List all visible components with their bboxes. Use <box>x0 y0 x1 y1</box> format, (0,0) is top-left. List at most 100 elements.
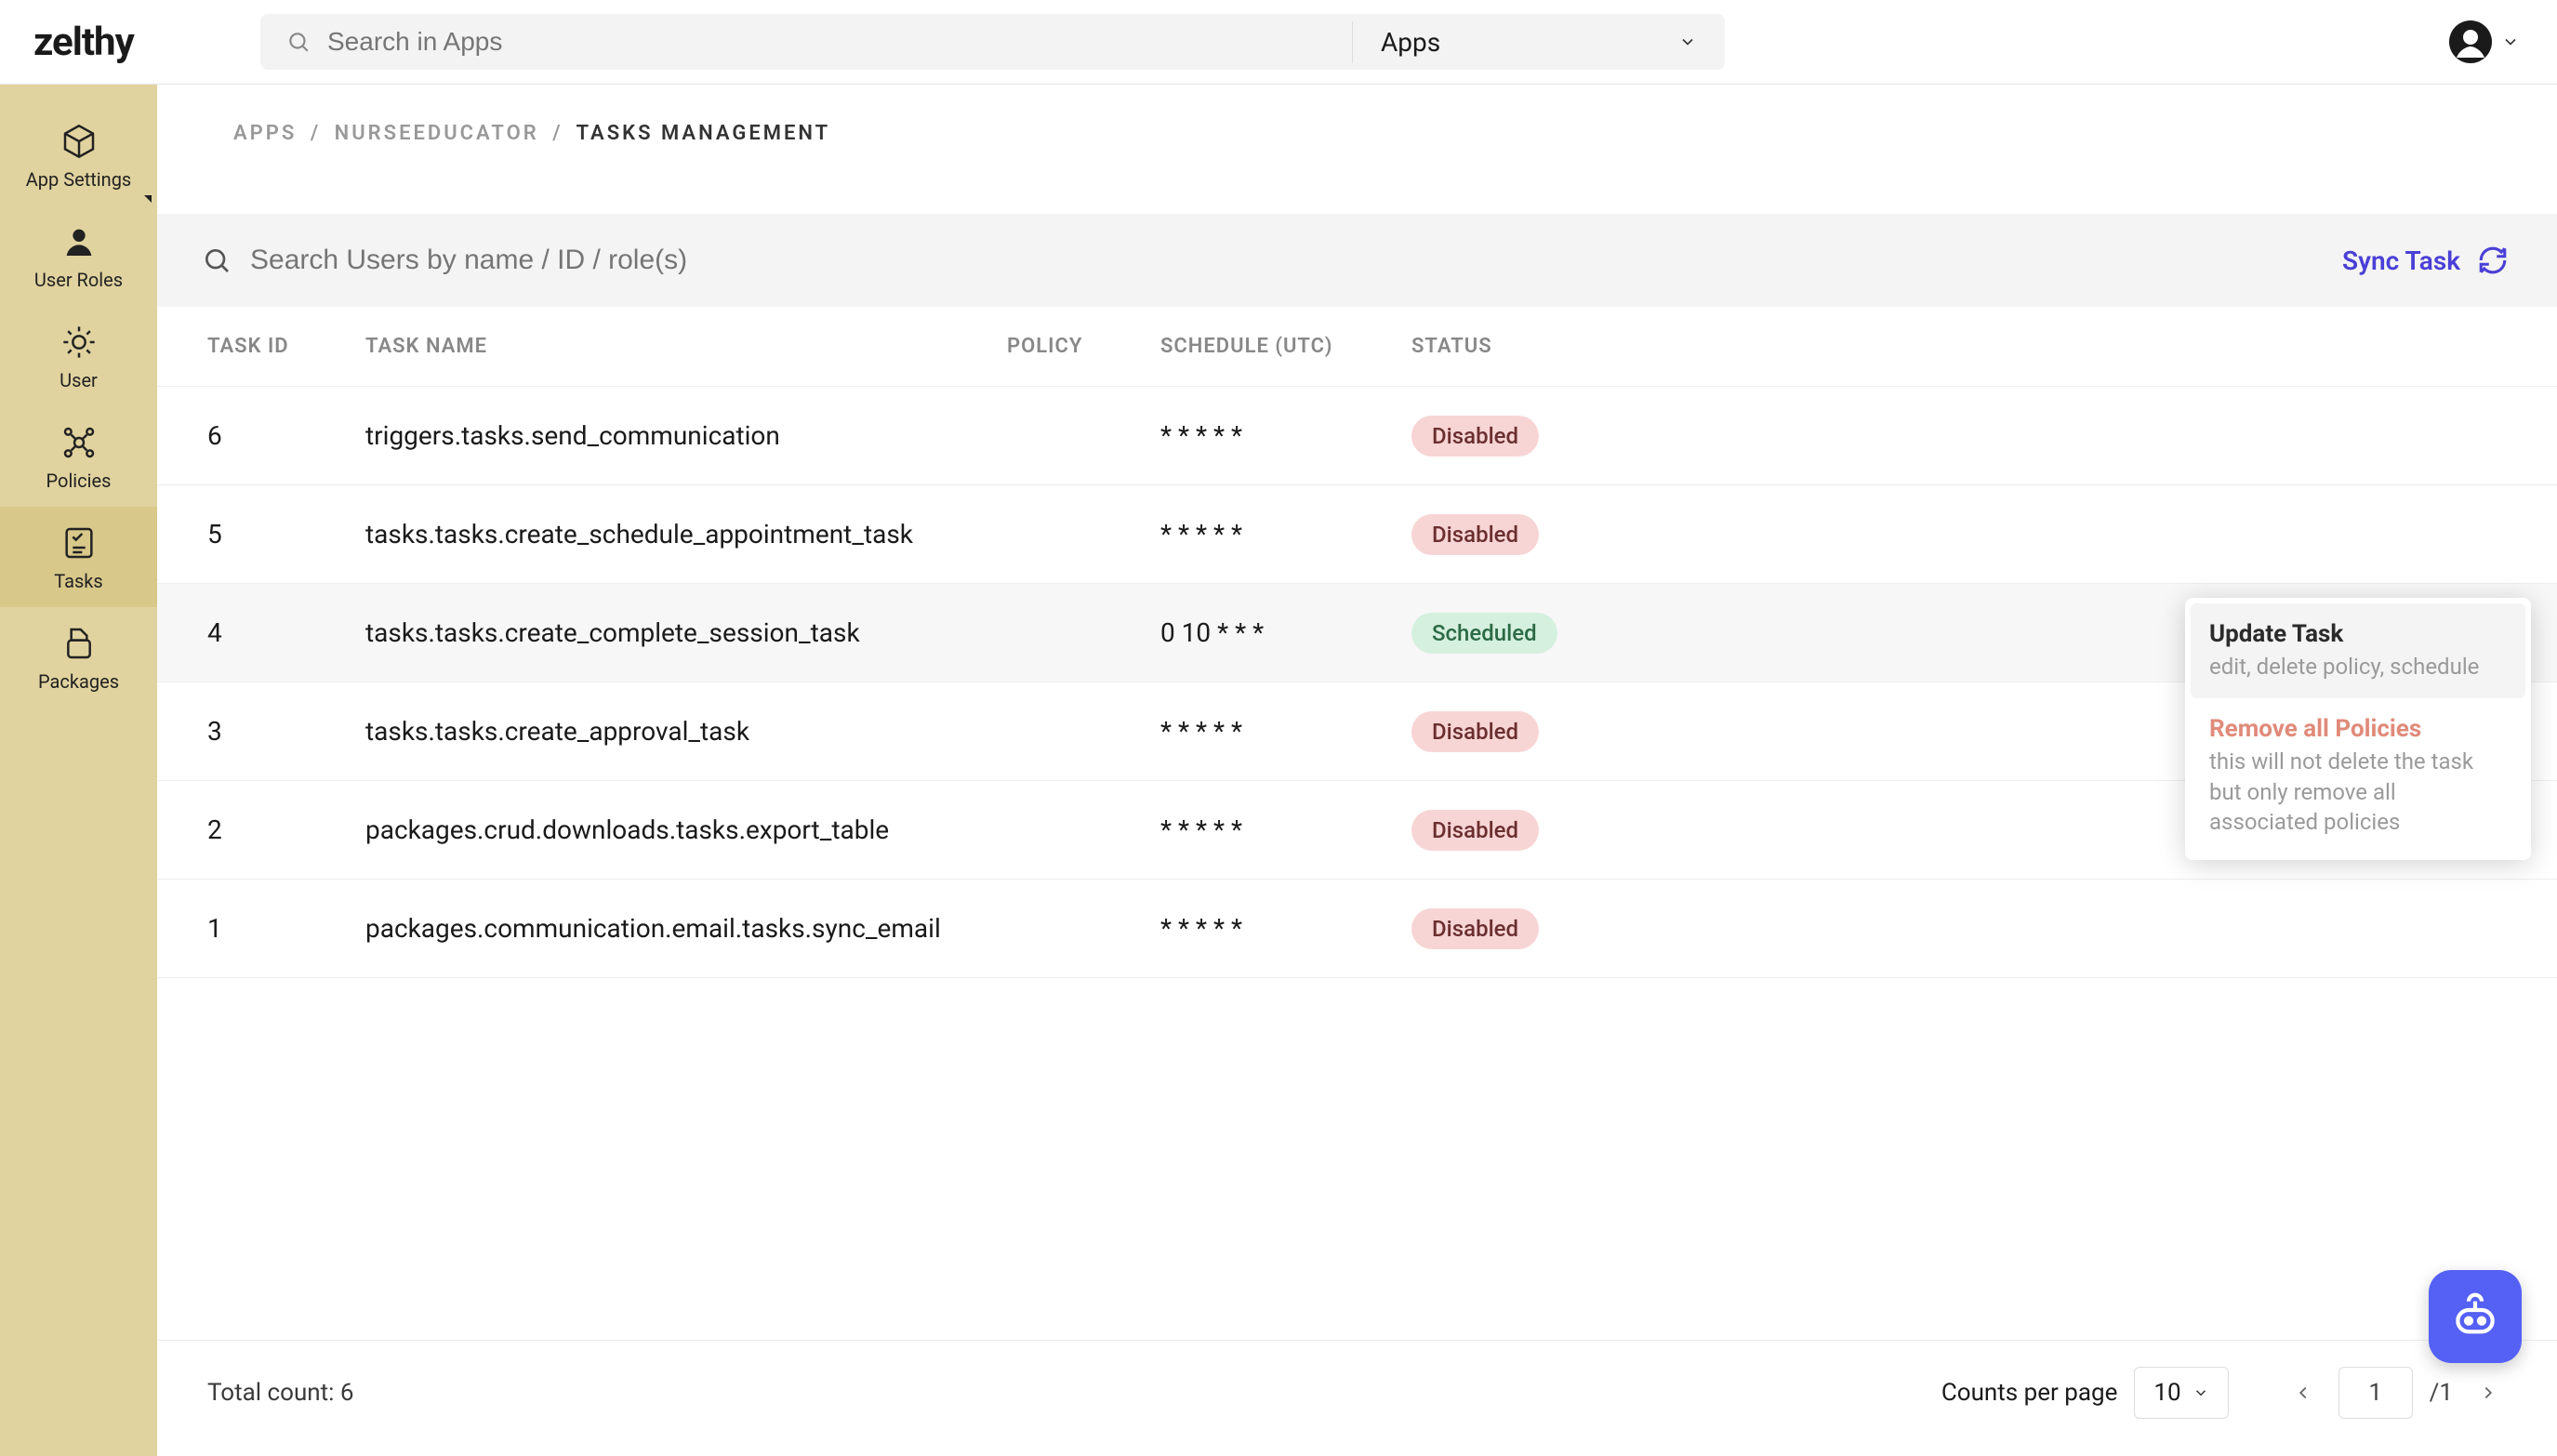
tasks-table: TASK ID TASK NAME POLICY SCHEDULE (UTC) … <box>157 307 2557 1340</box>
cell-task-name: packages.communication.email.tasks.sync_… <box>365 913 1007 944</box>
sidebar-item-user-roles[interactable]: User Roles <box>0 205 157 306</box>
sync-task-label: Sync Task <box>2342 245 2460 276</box>
sidebar-item-policies[interactable]: Policies <box>0 406 157 507</box>
bot-icon <box>2449 1291 2501 1343</box>
breadcrumb: APPS / NURSEEDUCATOR / TASKS MANAGEMENT <box>157 85 2557 167</box>
sidebar-item-app-settings[interactable]: App Settings <box>0 105 157 205</box>
cell-schedule: * * * * * <box>1160 814 1411 845</box>
cell-task-name: tasks.tasks.create_schedule_appointment_… <box>365 519 1007 549</box>
column-header-status[interactable]: STATUS <box>1411 335 2507 358</box>
table-row[interactable]: 6triggers.tasks.send_communication * * * … <box>157 387 2557 485</box>
sidebar-item-label: User <box>60 369 98 391</box>
sidebar-item-tasks[interactable]: Tasks <box>0 507 157 607</box>
search-input[interactable] <box>327 27 1326 57</box>
chevron-down-icon <box>2193 1384 2209 1401</box>
table-row[interactable]: 1packages.communication.email.tasks.sync… <box>157 880 2557 978</box>
cell-schedule: * * * * * <box>1160 913 1411 944</box>
cell-task-id: 4 <box>207 617 365 648</box>
chat-fab[interactable] <box>2429 1270 2522 1363</box>
network-icon <box>60 423 99 462</box>
menu-item-update-task[interactable]: Update Task edit, delete policy, schedule <box>2191 603 2525 698</box>
cell-status: Disabled <box>1411 908 2507 949</box>
menu-item-remove-policies[interactable]: Remove all Policies this will not delete … <box>2191 698 2525 854</box>
table-row[interactable]: 5tasks.tasks.create_schedule_appointment… <box>157 485 2557 584</box>
table-header: TASK ID TASK NAME POLICY SCHEDULE (UTC) … <box>157 307 2557 387</box>
menu-item-title: Remove all Policies <box>2209 715 2507 743</box>
breadcrumb-app-name[interactable]: NURSEEDUCATOR <box>335 122 539 145</box>
counts-per-page: Counts per page 10 <box>1941 1367 2229 1419</box>
search-scope-dropdown[interactable]: Apps <box>1353 27 1725 58</box>
submenu-indicator-icon <box>144 195 152 203</box>
sidebar-item-label: User Roles <box>34 269 123 291</box>
page-number-input[interactable]: 1 <box>2338 1367 2413 1419</box>
package-icon <box>60 624 99 663</box>
gear-user-icon <box>60 323 99 362</box>
status-badge: Disabled <box>1411 810 1539 851</box>
status-badge: Disabled <box>1411 711 1539 752</box>
avatar-icon <box>2449 20 2492 63</box>
menu-item-sub: this will not delete the task but only r… <box>2209 747 2507 837</box>
sidebar-item-label: Tasks <box>54 570 103 592</box>
filter-input[interactable] <box>250 245 2342 276</box>
sidebar: App Settings User Roles User Policies Ta… <box>0 85 157 1456</box>
cell-task-name: tasks.tasks.create_approval_task <box>365 716 1007 747</box>
account-menu[interactable] <box>2449 20 2520 63</box>
cell-status: Disabled <box>1411 514 2507 555</box>
menu-item-title: Update Task <box>2209 620 2507 648</box>
next-page-button[interactable] <box>2470 1374 2507 1411</box>
topbar: zelthy Apps <box>0 0 2557 85</box>
cell-status: Disabled <box>1411 416 2507 457</box>
sidebar-item-label: App Settings <box>26 168 132 191</box>
breadcrumb-sep: / <box>547 122 568 145</box>
column-header-policy[interactable]: POLICY <box>1007 335 1160 358</box>
sidebar-item-label: Policies <box>46 470 112 492</box>
global-search: Apps <box>260 14 1725 70</box>
chevron-down-icon <box>2501 33 2520 51</box>
cell-schedule: * * * * * <box>1160 716 1411 747</box>
cell-task-name: tasks.tasks.create_complete_session_task <box>365 617 1007 648</box>
cell-task-id: 6 <box>207 420 365 451</box>
status-badge: Disabled <box>1411 514 1539 555</box>
cell-task-id: 1 <box>207 913 365 944</box>
status-badge: Scheduled <box>1411 613 1557 654</box>
status-badge: Disabled <box>1411 416 1539 457</box>
breadcrumb-apps[interactable]: APPS <box>233 122 297 145</box>
search-scope-label: Apps <box>1381 27 1440 58</box>
cell-task-name: triggers.tasks.send_communication <box>365 420 1007 451</box>
sidebar-item-user[interactable]: User <box>0 306 157 406</box>
cell-task-id: 5 <box>207 519 365 549</box>
column-header-task-name[interactable]: TASK NAME <box>365 335 1007 358</box>
cell-schedule: * * * * * <box>1160 420 1411 451</box>
counts-per-page-select[interactable]: 10 <box>2134 1367 2228 1419</box>
chevron-down-icon <box>1678 33 1697 51</box>
cube-icon <box>60 122 99 161</box>
sidebar-item-packages[interactable]: Packages <box>0 607 157 708</box>
total-count: Total count: 6 <box>207 1379 354 1407</box>
refresh-icon <box>2477 245 2509 276</box>
menu-item-sub: edit, delete policy, schedule <box>2209 652 2507 682</box>
row-actions-menu: Update Task edit, delete policy, schedule… <box>2185 598 2531 860</box>
cell-task-id: 2 <box>207 814 365 845</box>
filter-bar: Sync Task <box>157 214 2557 307</box>
tasks-icon <box>60 523 99 563</box>
table-footer: Total count: 6 Counts per page 10 1 /1 <box>157 1340 2557 1456</box>
sync-task-button[interactable]: Sync Task <box>2342 245 2509 276</box>
cell-schedule: * * * * * <box>1160 519 1411 549</box>
search-icon <box>202 245 232 275</box>
column-header-task-id[interactable]: TASK ID <box>207 335 365 358</box>
column-header-schedule[interactable]: SCHEDULE (UTC) <box>1160 335 1411 358</box>
cell-task-id: 3 <box>207 716 365 747</box>
status-badge: Disabled <box>1411 908 1539 949</box>
counts-per-page-label: Counts per page <box>1941 1379 2118 1407</box>
logo: zelthy <box>0 20 242 65</box>
cell-task-name: packages.crud.downloads.tasks.export_tab… <box>365 814 1007 845</box>
cell-schedule: 0 10 * * * <box>1160 617 1411 648</box>
search-icon <box>286 30 311 54</box>
breadcrumb-sep: / <box>305 122 326 145</box>
prev-page-button[interactable] <box>2285 1374 2322 1411</box>
sidebar-item-label: Packages <box>38 670 119 693</box>
page-sep: /1 <box>2430 1379 2453 1407</box>
breadcrumb-current: TASKS MANAGEMENT <box>576 122 831 145</box>
user-role-icon <box>60 222 99 261</box>
paginator: 1 /1 <box>2285 1367 2507 1419</box>
